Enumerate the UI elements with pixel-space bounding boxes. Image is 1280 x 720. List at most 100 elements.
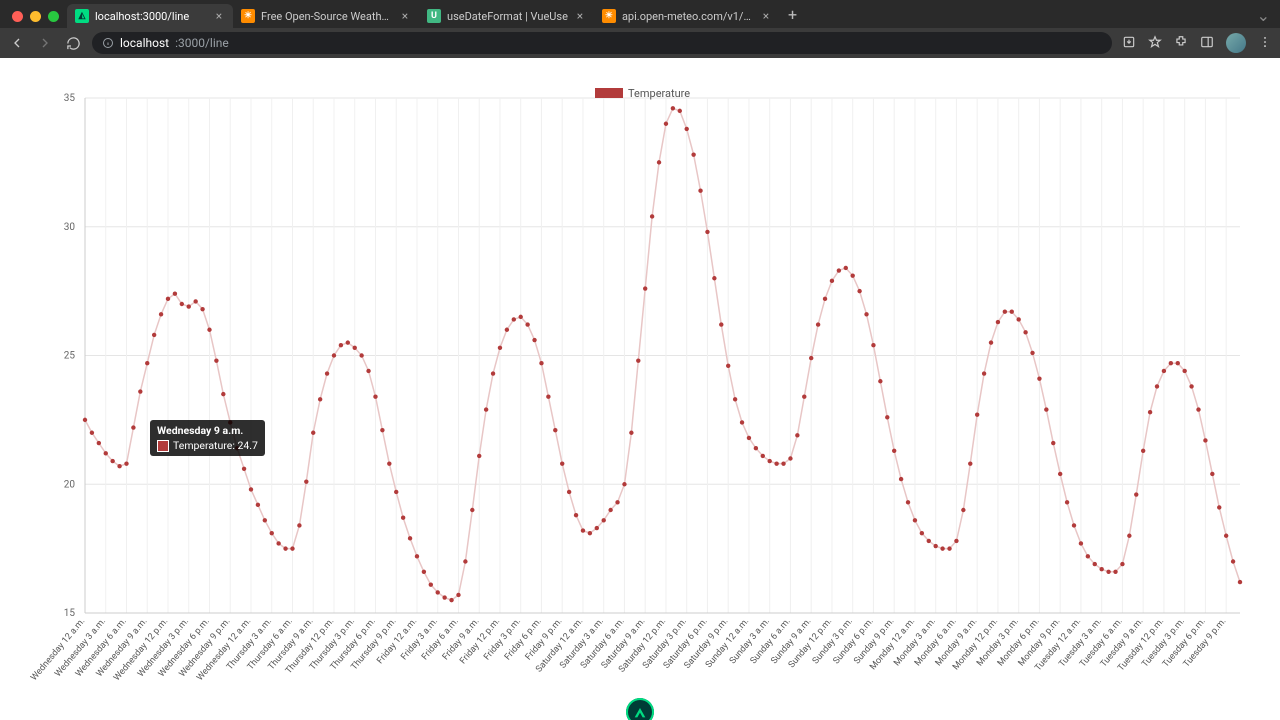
data-point[interactable] — [187, 304, 191, 308]
data-point[interactable] — [332, 353, 336, 357]
data-point[interactable] — [636, 358, 640, 362]
data-point[interactable] — [366, 369, 370, 373]
data-point[interactable] — [1217, 505, 1221, 509]
data-point[interactable] — [1189, 384, 1193, 388]
data-point[interactable] — [712, 276, 716, 280]
data-point[interactable] — [152, 333, 156, 337]
data-point[interactable] — [698, 189, 702, 193]
data-point[interactable] — [982, 371, 986, 375]
data-point[interactable] — [615, 500, 619, 504]
data-point[interactable] — [864, 312, 868, 316]
data-point[interactable] — [1023, 330, 1027, 334]
data-point[interactable] — [892, 449, 896, 453]
data-point[interactable] — [761, 454, 765, 458]
data-point[interactable] — [1037, 376, 1041, 380]
data-point[interactable] — [200, 307, 204, 311]
data-point[interactable] — [512, 317, 516, 321]
data-point[interactable] — [532, 338, 536, 342]
tab-close-icon[interactable]: × — [399, 10, 411, 22]
data-point[interactable] — [1238, 580, 1242, 584]
data-point[interactable] — [975, 413, 979, 417]
data-point[interactable] — [436, 590, 440, 594]
data-point[interactable] — [484, 407, 488, 411]
data-point[interactable] — [242, 467, 246, 471]
data-point[interactable] — [207, 328, 211, 332]
data-point[interactable] — [249, 487, 253, 491]
data-point[interactable] — [719, 322, 723, 326]
data-point[interactable] — [588, 531, 592, 535]
profile-avatar[interactable] — [1226, 33, 1246, 53]
data-point[interactable] — [857, 289, 861, 293]
data-point[interactable] — [740, 420, 744, 424]
data-point[interactable] — [138, 389, 142, 393]
tab-close-icon[interactable]: × — [574, 10, 586, 22]
data-point[interactable] — [525, 322, 529, 326]
data-point[interactable] — [899, 477, 903, 481]
data-point[interactable] — [470, 508, 474, 512]
data-point[interactable] — [491, 371, 495, 375]
data-point[interactable] — [1182, 369, 1186, 373]
data-point[interactable] — [90, 431, 94, 435]
data-point[interactable] — [1162, 369, 1166, 373]
data-point[interactable] — [373, 395, 377, 399]
data-point[interactable] — [754, 446, 758, 450]
data-point[interactable] — [1030, 351, 1034, 355]
back-button[interactable] — [8, 34, 26, 52]
data-point[interactable] — [913, 518, 917, 522]
data-point[interactable] — [1134, 492, 1138, 496]
data-point[interactable] — [256, 503, 260, 507]
data-point[interactable] — [442, 595, 446, 599]
data-point[interactable] — [166, 297, 170, 301]
data-point[interactable] — [1127, 534, 1131, 538]
data-point[interactable] — [774, 461, 778, 465]
data-point[interactable] — [394, 490, 398, 494]
data-point[interactable] — [1058, 472, 1062, 476]
data-point[interactable] — [685, 127, 689, 131]
data-point[interactable] — [567, 490, 571, 494]
data-point[interactable] — [560, 461, 564, 465]
data-point[interactable] — [1203, 438, 1207, 442]
data-point[interactable] — [705, 230, 709, 234]
data-point[interactable] — [180, 302, 184, 306]
data-point[interactable] — [276, 541, 280, 545]
tab-close-icon[interactable]: × — [760, 10, 772, 22]
data-point[interactable] — [996, 320, 1000, 324]
data-point[interactable] — [110, 459, 114, 463]
data-point[interactable] — [1044, 407, 1048, 411]
data-point[interactable] — [1113, 570, 1117, 574]
data-point[interactable] — [311, 431, 315, 435]
data-point[interactable] — [788, 456, 792, 460]
data-point[interactable] — [595, 526, 599, 530]
data-point[interactable] — [802, 395, 806, 399]
data-point[interactable] — [1155, 384, 1159, 388]
data-point[interactable] — [422, 570, 426, 574]
data-point[interactable] — [456, 593, 460, 597]
data-point[interactable] — [1141, 449, 1145, 453]
data-point[interactable] — [1079, 541, 1083, 545]
data-point[interactable] — [885, 415, 889, 419]
menu-icon[interactable] — [1258, 34, 1272, 53]
data-point[interactable] — [781, 461, 785, 465]
site-info-icon[interactable] — [102, 37, 114, 49]
data-point[interactable] — [159, 312, 163, 316]
data-point[interactable] — [643, 286, 647, 290]
bookmark-icon[interactable] — [1148, 34, 1162, 53]
minimize-window-button[interactable] — [30, 11, 41, 22]
data-point[interactable] — [263, 518, 267, 522]
data-point[interactable] — [83, 418, 87, 422]
data-point[interactable] — [1093, 562, 1097, 566]
data-point[interactable] — [325, 371, 329, 375]
data-point[interactable] — [1210, 472, 1214, 476]
data-point[interactable] — [339, 343, 343, 347]
data-point[interactable] — [850, 273, 854, 277]
close-window-button[interactable] — [12, 11, 23, 22]
browser-tab[interactable]: ◭ localhost:3000/line × — [67, 4, 233, 28]
data-point[interactable] — [954, 539, 958, 543]
data-point[interactable] — [290, 546, 294, 550]
data-point[interactable] — [359, 353, 363, 357]
data-point[interactable] — [353, 346, 357, 350]
data-point[interactable] — [519, 315, 523, 319]
data-point[interactable] — [173, 292, 177, 296]
browser-tab[interactable]: ☀ api.open-meteo.com/v1/foreca… × — [594, 4, 780, 28]
data-point[interactable] — [117, 464, 121, 468]
